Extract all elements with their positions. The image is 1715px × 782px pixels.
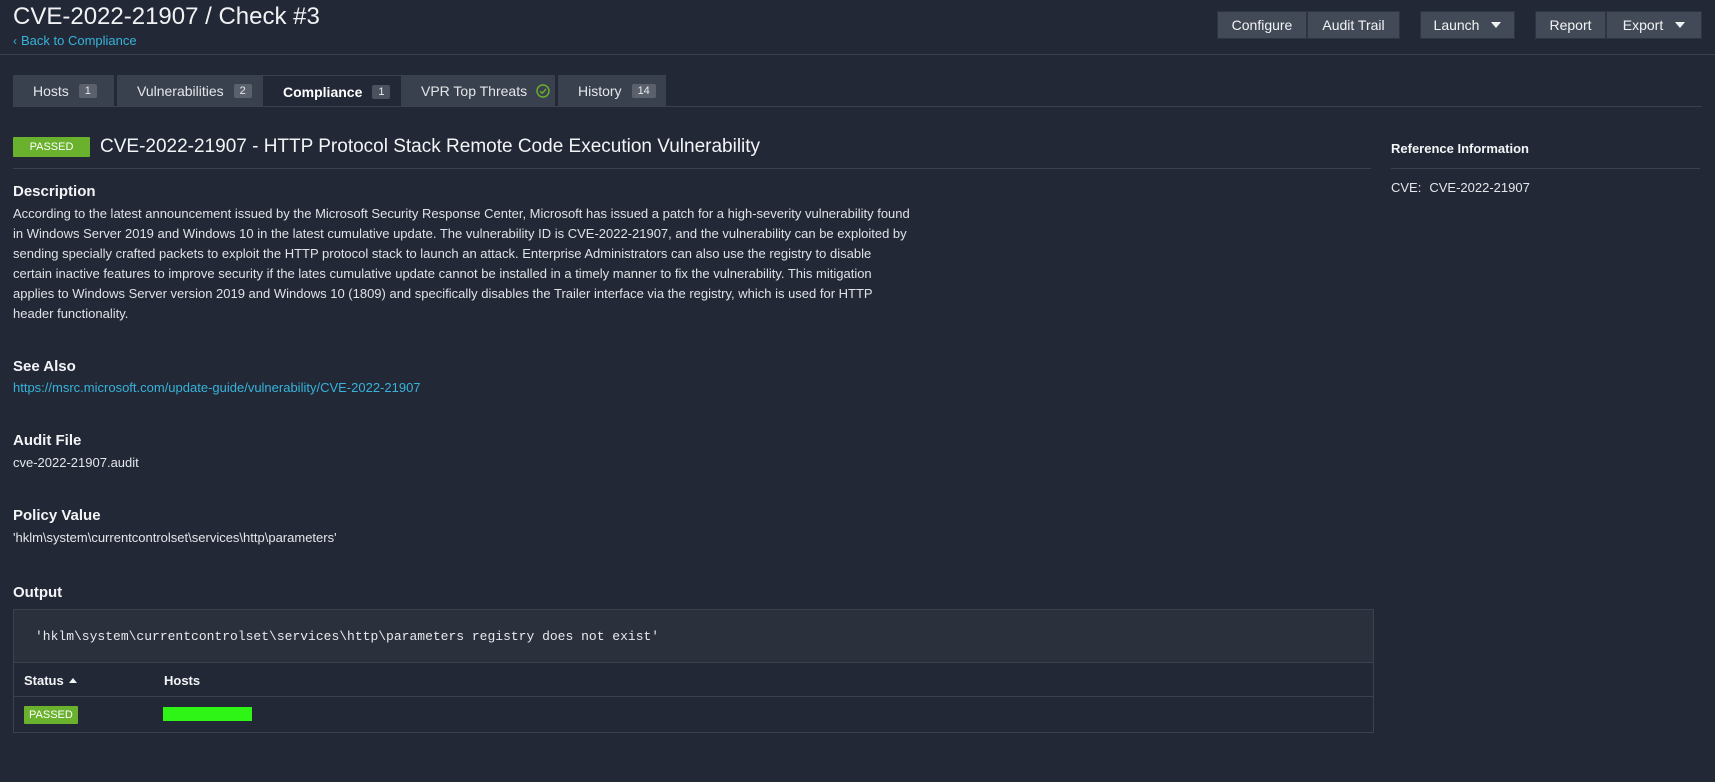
back-link-label: Back to Compliance: [21, 33, 137, 48]
audit-trail-button[interactable]: Audit Trail: [1307, 11, 1400, 39]
status-column-label: Status: [24, 673, 64, 688]
tab-vulnerabilities[interactable]: Vulnerabilities 2: [117, 75, 263, 107]
see-also-link[interactable]: https://msrc.microsoft.com/update-guide/…: [13, 380, 421, 395]
tab-label: Vulnerabilities: [137, 83, 224, 99]
tab-count: 2: [233, 84, 252, 98]
export-button[interactable]: Export: [1606, 11, 1702, 39]
tab-hosts[interactable]: Hosts 1: [13, 75, 114, 107]
tab-vpr-top-threats[interactable]: VPR Top Threats: [401, 75, 555, 107]
see-also-heading: See Also: [13, 358, 76, 375]
report-button[interactable]: Report: [1535, 11, 1606, 39]
audit-file-value: cve-2022-21907.audit: [13, 455, 139, 470]
tab-label: History: [578, 83, 622, 99]
reference-cve-row: CVE: CVE-2022-21907: [1391, 180, 1530, 195]
caret-down-icon: [1491, 22, 1502, 28]
tab-count: 14: [631, 84, 656, 98]
tab-history[interactable]: History 14: [558, 75, 666, 107]
policy-value: 'hklm\system\currentcontrolset\services\…: [13, 530, 337, 545]
configure-button[interactable]: Configure: [1217, 11, 1307, 39]
audit-file-heading: Audit File: [13, 432, 82, 449]
tabs-divider: [13, 106, 1702, 107]
table-row: PASSED: [14, 698, 1373, 732]
reference-heading: Reference Information: [1391, 141, 1529, 156]
page-header: CVE-2022-21907 / Check #3 ‹ Back to Compl…: [0, 0, 1715, 55]
output-text: 'hklm\system\currentcontrolset\services\…: [14, 610, 1373, 663]
output-panel: 'hklm\system\currentcontrolset\services\…: [13, 609, 1374, 733]
cve-label: CVE:: [1391, 180, 1422, 195]
results-table-header: Status Hosts: [14, 663, 1373, 697]
description-heading: Description: [13, 183, 96, 200]
launch-button[interactable]: Launch: [1420, 11, 1515, 39]
hosts-column-header[interactable]: Hosts: [164, 673, 200, 688]
status-column-header[interactable]: Status: [24, 673, 77, 688]
result-badge: PASSED: [13, 137, 90, 157]
title-divider: [13, 168, 1371, 169]
tab-count: 1: [78, 84, 97, 98]
check-circle-icon: [536, 84, 550, 98]
chevron-left-icon: ‹: [13, 34, 17, 48]
back-to-compliance-link[interactable]: ‹ Back to Compliance: [13, 33, 137, 48]
configure-label: Configure: [1231, 17, 1293, 33]
description-text: According to the latest announcement iss…: [13, 206, 910, 321]
launch-label: Launch: [1433, 17, 1480, 33]
reference-divider: [1391, 168, 1700, 169]
tab-label: Compliance: [283, 83, 363, 100]
tab-label: VPR Top Threats: [421, 83, 528, 99]
hosts-bar[interactable]: [163, 707, 252, 721]
status-badge: PASSED: [24, 706, 78, 724]
caret-down-icon: [1675, 22, 1686, 28]
page-title: CVE-2022-21907 / Check #3: [13, 3, 320, 30]
export-label: Export: [1622, 17, 1664, 33]
hosts-column-label: Hosts: [164, 673, 201, 688]
sort-ascending-icon: [68, 678, 77, 683]
check-title: CVE-2022-21907 - HTTP Protocol Stack Rem…: [100, 136, 761, 157]
audit-trail-label: Audit Trail: [1322, 17, 1385, 33]
report-label: Report: [1549, 17, 1592, 33]
cve-value: CVE-2022-21907: [1429, 180, 1530, 195]
policy-value-heading: Policy Value: [13, 507, 101, 524]
tab-label: Hosts: [33, 83, 69, 99]
tab-count: 1: [372, 84, 391, 99]
tab-compliance[interactable]: Compliance 1: [263, 75, 401, 107]
output-heading: Output: [13, 584, 63, 601]
